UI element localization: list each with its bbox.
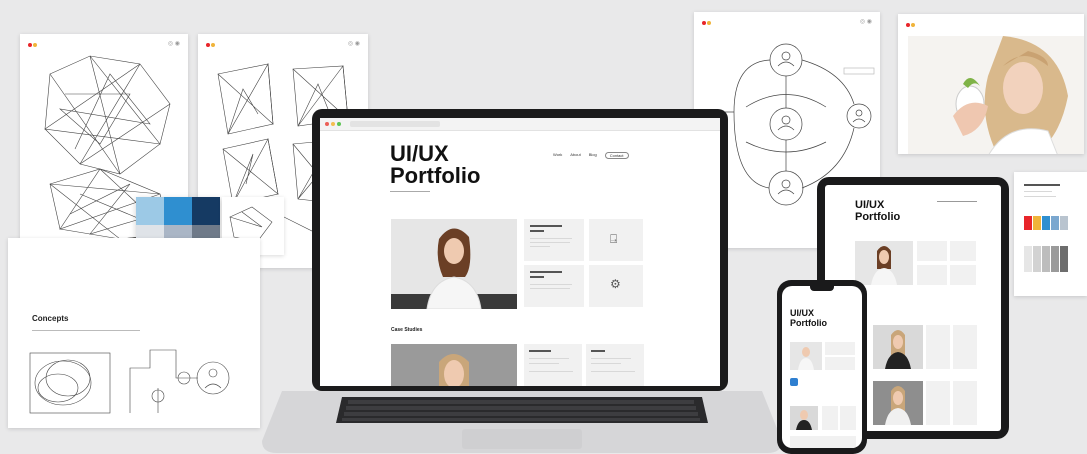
tablet-title: UI/UX Portfolio — [855, 199, 900, 223]
phone-hero-photo — [790, 342, 822, 370]
phone-card[interactable] — [825, 342, 855, 355]
tablet-case-photo-2 — [873, 381, 923, 425]
tablet-card[interactable] — [917, 265, 947, 285]
concepts-card: Concepts — [8, 238, 260, 428]
case-card-2[interactable] — [524, 265, 584, 307]
laptop-keyboard — [262, 391, 782, 453]
swatch — [1042, 216, 1050, 230]
portrait-photo — [908, 36, 1084, 154]
section-heading: Case Studies — [391, 327, 423, 333]
page-title-line1: UI/UX — [390, 141, 449, 166]
tablet-hero-photo — [855, 241, 913, 285]
device-icon: ⍈ — [610, 232, 618, 246]
tablet-icon-tile[interactable] — [950, 265, 976, 285]
case-study-card-1[interactable] — [524, 344, 582, 386]
tablet-case-card[interactable] — [953, 381, 977, 425]
tablet-icon-tile[interactable] — [950, 241, 976, 261]
laptop: UI/UX Portfolio Work About Blog Contact — [312, 109, 728, 391]
gray-swatch — [1051, 246, 1059, 272]
swatch — [1051, 216, 1059, 230]
gray-swatch — [1024, 246, 1032, 272]
style-guide-text — [1024, 196, 1056, 197]
hero-portrait-photo — [391, 219, 517, 309]
phone-card[interactable] — [825, 357, 855, 370]
phone-title-line2: Portfolio — [790, 318, 827, 328]
photo-card — [898, 14, 1084, 154]
case-card-text — [529, 358, 569, 359]
style-guide-text — [1024, 191, 1052, 192]
style-guide-heading — [1024, 184, 1060, 186]
tablet-title-line2: Portfolio — [855, 211, 901, 223]
phone: UI/UX Portfolio — [777, 280, 867, 454]
case-card-text — [591, 371, 635, 372]
gray-scale-row — [1024, 246, 1068, 272]
phone-case-card[interactable] — [822, 406, 838, 430]
nav-contact[interactable]: Contact — [604, 152, 629, 159]
concepts-diagram — [29, 349, 230, 414]
icon-tile-1[interactable]: ⍈ — [589, 219, 643, 261]
case-card-text — [529, 371, 573, 372]
nav-work[interactable]: Work — [553, 152, 562, 159]
gray-swatch — [1042, 246, 1050, 272]
window-dot-green — [337, 122, 341, 126]
style-swatch-row — [1024, 216, 1068, 230]
case-card-text — [529, 363, 559, 364]
case-card-heading — [530, 230, 544, 232]
swatch — [1024, 216, 1032, 230]
swatch — [1060, 216, 1068, 230]
case-card-text — [530, 284, 572, 285]
case-card-heading — [530, 276, 544, 278]
case-card-text — [591, 358, 631, 359]
address-bar[interactable] — [350, 121, 440, 127]
tablet-case-card[interactable] — [926, 381, 950, 425]
case-study-card-2[interactable] — [586, 344, 644, 386]
case-card-heading — [591, 350, 605, 352]
phone-case-card[interactable] — [840, 406, 856, 430]
tablet-card[interactable] — [917, 241, 947, 261]
phone-case-card[interactable] — [790, 436, 856, 448]
icon-tile-2[interactable]: ⚙ — [589, 265, 643, 307]
window-dot-yellow — [331, 122, 335, 126]
tablet-case-photo-1 — [873, 325, 923, 369]
case-card-text — [591, 363, 621, 364]
case-card-text — [530, 246, 550, 247]
case-card-heading — [529, 350, 551, 352]
gray-swatch — [1033, 246, 1041, 272]
palette-swatch — [136, 197, 164, 225]
phone-notch — [810, 286, 834, 291]
style-guide-card — [1014, 172, 1087, 296]
case-card-1[interactable] — [524, 219, 584, 261]
phone-title-line1: UI/UX — [790, 308, 815, 318]
phone-screen: UI/UX Portfolio — [782, 286, 862, 448]
case-card-heading — [530, 225, 562, 227]
window-dot-red — [325, 122, 329, 126]
tablet-title-line1: UI/UX — [855, 199, 885, 211]
phone-title: UI/UX Portfolio — [790, 308, 827, 328]
palette-swatch — [192, 197, 220, 225]
gray-swatch — [1060, 246, 1068, 272]
case-card-heading — [530, 271, 562, 273]
tablet-case-card[interactable] — [926, 325, 950, 369]
case-card-text — [530, 288, 570, 289]
browser-bar — [320, 118, 720, 131]
case-card-text — [530, 242, 570, 243]
swatch — [1033, 216, 1041, 230]
page-title-line2: Portfolio — [390, 163, 481, 188]
case-card-text — [530, 238, 572, 239]
page-title: UI/UX Portfolio — [390, 143, 480, 187]
nav-blog[interactable]: Blog — [589, 152, 597, 159]
palette-swatch — [164, 197, 192, 225]
nav-about[interactable]: About — [570, 152, 580, 159]
laptop-screen: UI/UX Portfolio Work About Blog Contact — [320, 118, 720, 386]
page-subtitle — [390, 191, 430, 192]
phone-case-photo-1 — [790, 406, 818, 430]
case-study-photo — [391, 344, 517, 386]
top-nav: Work About Blog Contact — [553, 152, 629, 159]
tablet-nav — [937, 201, 977, 202]
tablet-case-card[interactable] — [953, 325, 977, 369]
phone-app-icon[interactable] — [790, 378, 798, 386]
palette-icon: ⚙ — [610, 277, 621, 291]
card-header — [906, 22, 916, 27]
